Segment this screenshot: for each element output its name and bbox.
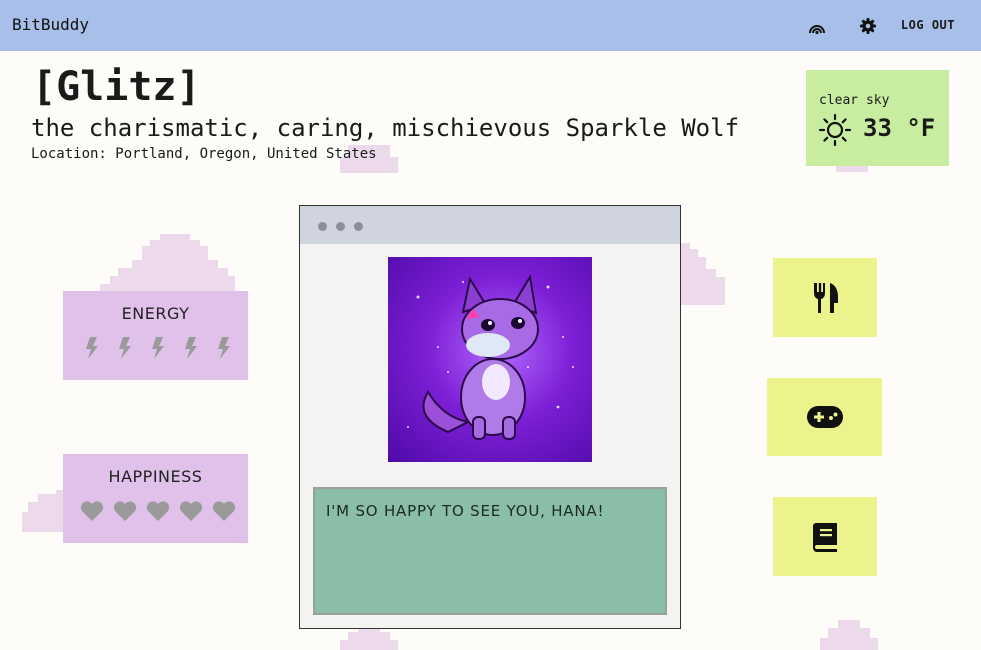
window-dot — [354, 222, 363, 231]
lightning-icon — [185, 337, 197, 359]
pet-description: the charismatic, caring, mischievous Spa… — [31, 114, 740, 142]
weather-condition: clear sky — [819, 93, 890, 108]
signal-icon[interactable] — [808, 17, 826, 35]
window-titlebar — [300, 206, 680, 244]
heart-icon — [113, 501, 137, 521]
logout-button[interactable]: LOG OUT — [901, 18, 955, 32]
lightning-icon — [119, 337, 131, 359]
heart-icon — [179, 501, 203, 521]
energy-card: ENERGY — [63, 291, 248, 380]
fork-knife-icon — [814, 282, 838, 313]
speech-box: I'M SO HAPPY TO SEE YOU, HANA! — [313, 487, 667, 615]
book-icon — [813, 522, 837, 552]
pet-message: I'M SO HAPPY TO SEE YOU, HANA! — [326, 502, 605, 520]
play-button[interactable] — [767, 378, 882, 456]
energy-label: ENERGY — [121, 304, 190, 323]
heart-icon — [212, 501, 236, 521]
gamepad-icon — [806, 406, 843, 428]
sun-icon — [818, 113, 852, 147]
cloud-decoration — [820, 620, 878, 650]
window-dot — [318, 222, 327, 231]
lightning-icon — [152, 337, 164, 359]
window-dot — [336, 222, 345, 231]
happiness-label: HAPPINESS — [108, 467, 203, 486]
pet-window: I'M SO HAPPY TO SEE YOU, HANA! — [299, 205, 681, 629]
cloud-decoration — [100, 234, 235, 296]
pet-location: Location: Portland, Oregon, United State… — [31, 146, 377, 162]
energy-meter — [79, 335, 237, 361]
happiness-card: HAPPINESS — [63, 454, 248, 543]
top-navbar: BitBuddy LOG OUT — [0, 0, 981, 51]
gear-icon[interactable] — [859, 17, 877, 35]
sparkle-wolf-illustration — [407, 274, 574, 440]
lightning-icon — [86, 337, 98, 359]
pet-image — [388, 257, 592, 462]
brand-logo[interactable]: BitBuddy — [12, 15, 89, 34]
heart-icon — [146, 501, 170, 521]
weather-temperature: 33 °F — [863, 114, 936, 142]
cloud-decoration — [22, 490, 66, 532]
feed-button[interactable] — [773, 258, 877, 337]
cloud-decoration — [680, 243, 725, 305]
cloud-decoration — [340, 626, 398, 650]
lightning-icon — [218, 337, 230, 359]
read-button[interactable] — [773, 497, 877, 576]
weather-card: clear sky 33 °F — [806, 70, 949, 166]
heart-icon — [80, 501, 104, 521]
pet-name: [Glitz] — [32, 64, 201, 110]
happiness-meter — [79, 498, 237, 524]
